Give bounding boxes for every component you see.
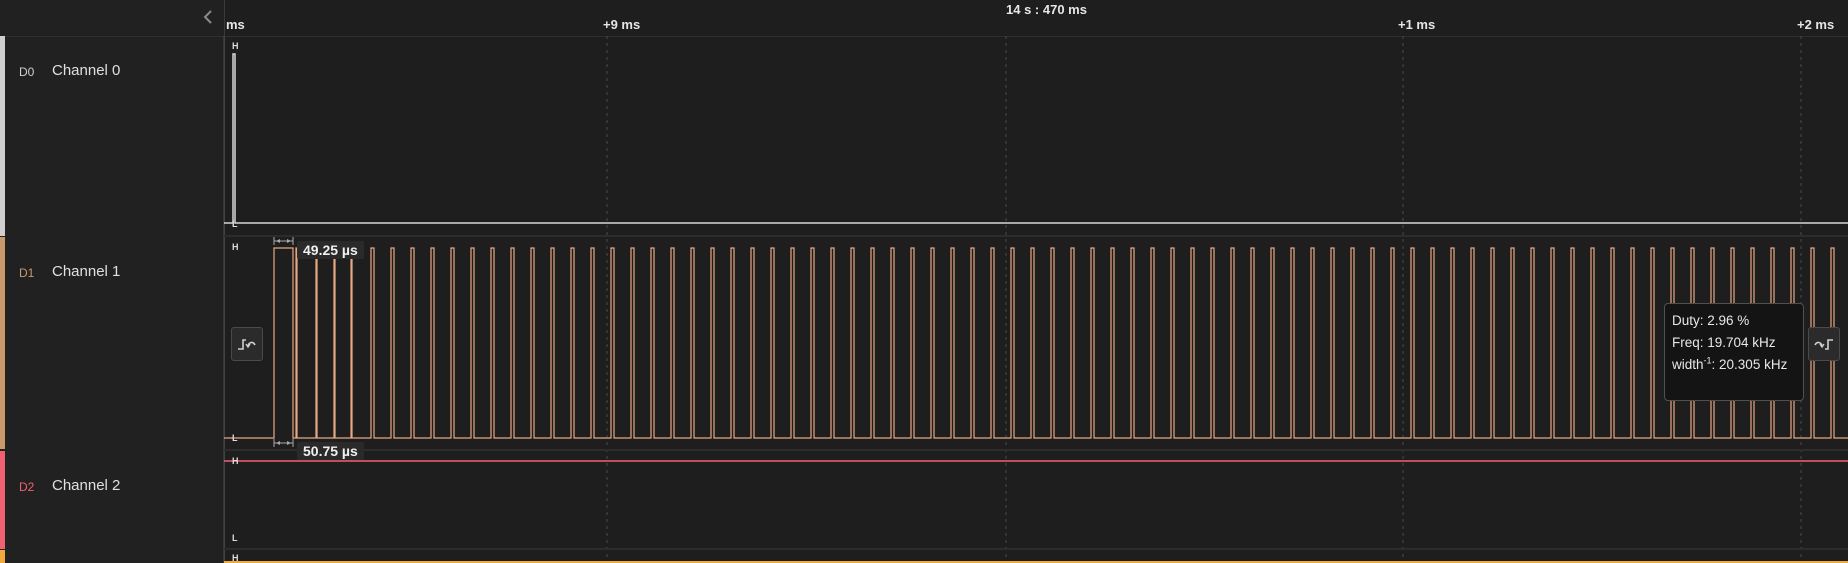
previous-edge-icon [238, 339, 256, 350]
level-high-label: H [232, 41, 239, 51]
grid-lines [223, 36, 1802, 563]
pulse-width-measurement: 49.25 µs [297, 241, 364, 259]
period-marker [273, 439, 294, 447]
measurement-tooltip: Duty: 2.96 % Freq: 19.704 kHz width-1: 2… [1664, 303, 1804, 401]
logic-analyzer-view: ms 14 s : 470 ms +9 ms +1 ms +2 ms D0 Ch… [0, 0, 1848, 563]
next-edge-icon [1814, 339, 1833, 350]
level-high-label: H [232, 242, 239, 252]
duty-cycle-text: Duty: 2.96 % [1672, 313, 1750, 328]
inverse-width-text: width-1: 20.305 kHz [1672, 355, 1788, 372]
level-high-label: H [232, 553, 239, 563]
next-edge-button[interactable] [1808, 327, 1840, 361]
waveform-canvas[interactable]: H L H L H L H [0, 0, 1848, 563]
row-dividers [224, 235, 1848, 550]
pulse-width-marker [273, 237, 294, 245]
prev-edge-button[interactable] [231, 327, 263, 361]
period-measurement: 50.75 µs [297, 442, 364, 460]
channel-1-waveform [224, 247, 1848, 439]
level-high-label: H [232, 456, 239, 466]
channel-0-waveform [224, 53, 1848, 224]
frequency-text: Freq: 19.704 kHz [1672, 335, 1776, 350]
level-low-label: L [232, 533, 238, 543]
level-low-label: L [232, 433, 238, 443]
level-low-label: L [232, 219, 238, 229]
